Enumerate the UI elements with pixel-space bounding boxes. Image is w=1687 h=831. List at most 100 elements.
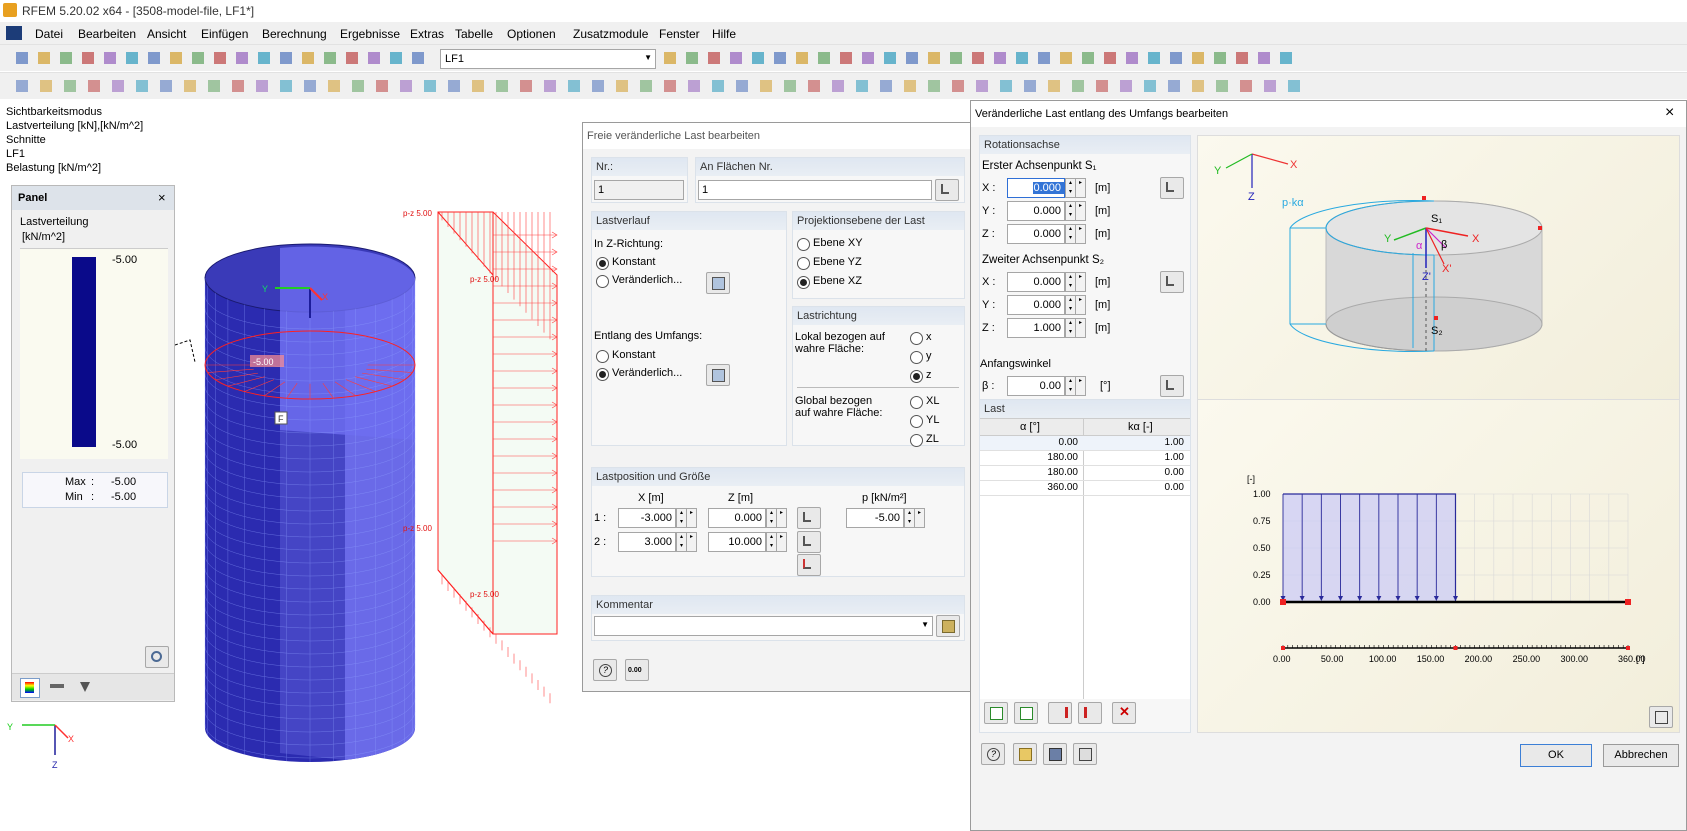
toolbar-button[interactable] [1034, 48, 1054, 68]
toolbar-button[interactable] [516, 76, 536, 96]
tab-colors[interactable] [20, 678, 40, 698]
k-cell[interactable]: 0.00 [1165, 482, 1184, 493]
toolbar-button[interactable] [1020, 76, 1040, 96]
toolbar-button[interactable] [924, 48, 944, 68]
toolbar-button[interactable] [1100, 48, 1120, 68]
toolbar-button[interactable] [420, 76, 440, 96]
cancel-button[interactable]: Abbrechen [1603, 744, 1679, 767]
toolbar-button[interactable] [880, 48, 900, 68]
lokal-x-radio[interactable] [910, 332, 923, 345]
toolbar-button[interactable] [726, 48, 746, 68]
toolbar-button[interactable] [876, 76, 896, 96]
toolbar-button[interactable] [1166, 48, 1186, 68]
toolbar-button[interactable] [180, 76, 200, 96]
toolbar-button[interactable] [684, 76, 704, 96]
toolbar-button[interactable] [1164, 76, 1184, 96]
toolbar-button[interactable] [396, 76, 416, 96]
ok-button[interactable]: OK [1520, 744, 1592, 767]
s2-arrow-2[interactable]: ▸ [1075, 318, 1086, 338]
row2-z-field[interactable]: 10.000 [708, 532, 766, 552]
toolbar-button[interactable] [996, 76, 1016, 96]
row2-x-field[interactable]: 3.000 [618, 532, 676, 552]
toolbar-button[interactable] [132, 76, 152, 96]
global-yl-radio[interactable] [910, 415, 923, 428]
toolbar-button[interactable] [108, 76, 128, 96]
s1-field-0[interactable]: 0.000 [1007, 178, 1065, 198]
toolbar-button[interactable] [166, 48, 186, 68]
calculator-button[interactable]: 0.00 [625, 659, 649, 681]
toolbar-button[interactable] [252, 76, 272, 96]
alpha-cell[interactable]: 0.00 [1059, 437, 1078, 448]
toolbar-button[interactable] [636, 76, 656, 96]
toolbar-button[interactable] [342, 48, 362, 68]
table-row[interactable]: 180.00 0.00 [980, 466, 1190, 481]
edit-z-distribution-button[interactable] [706, 272, 730, 294]
toolbar-button[interactable] [210, 48, 230, 68]
menu-ansicht[interactable]: Ansicht [147, 27, 186, 41]
table-row[interactable]: 0.00 1.00 [980, 436, 1190, 451]
toolbar-button[interactable] [1284, 76, 1304, 96]
toolbar-button[interactable] [276, 76, 296, 96]
toolbar-button[interactable] [228, 76, 248, 96]
s1-arrow-0[interactable]: ▸ [1075, 178, 1086, 198]
help-icon[interactable]: ? [593, 659, 617, 681]
toolbar-button[interactable] [858, 48, 878, 68]
lokal-y-radio[interactable] [910, 351, 923, 364]
menu-extras[interactable]: Extras [410, 27, 444, 41]
menu-berechnung[interactable]: Berechnung [262, 27, 327, 41]
toolbar-button[interactable] [968, 48, 988, 68]
toolbar-button[interactable] [372, 76, 392, 96]
s1-pick-button[interactable] [1160, 177, 1184, 199]
umfang-veraenderlich-radio[interactable] [596, 368, 609, 381]
menu-ergebnisse[interactable]: Ergebnisse [340, 27, 400, 41]
toolbar-button[interactable] [12, 48, 32, 68]
toolbar-button[interactable] [748, 48, 768, 68]
table-row[interactable]: 180.00 1.00 [980, 451, 1190, 466]
lokal-z-radio[interactable] [910, 370, 923, 383]
alpha-cell[interactable]: 360.00 [1047, 482, 1078, 493]
menu-tabelle[interactable]: Tabelle [455, 27, 493, 41]
pick-angle-button[interactable] [1160, 375, 1184, 397]
toolbar-button[interactable] [468, 76, 488, 96]
close-icon[interactable]: × [1665, 104, 1674, 122]
toolbar-button[interactable] [444, 76, 464, 96]
toolbar-button[interactable] [254, 48, 274, 68]
toolbar-button[interactable] [1068, 76, 1088, 96]
s2-arrow-1[interactable]: ▸ [1075, 295, 1086, 315]
alpha-cell[interactable]: 180.00 [1047, 467, 1078, 478]
toolbar-button[interactable] [1078, 48, 1098, 68]
k-cell[interactable]: 0.00 [1165, 467, 1184, 478]
edit-umfang-distribution-button[interactable] [706, 364, 730, 386]
toolbar-button[interactable] [804, 76, 824, 96]
s1-field-2[interactable]: 0.000 [1007, 224, 1065, 244]
toolbar-button[interactable] [1188, 76, 1208, 96]
toolbar-button[interactable] [1254, 48, 1274, 68]
global-zl-radio[interactable] [910, 434, 923, 447]
loadcase-select[interactable]: LF1 ▼ [440, 49, 656, 69]
s2-pick-button[interactable] [1160, 271, 1184, 293]
beta-field[interactable]: 0.00 [1007, 376, 1065, 396]
z-konstant-radio[interactable] [596, 257, 609, 270]
toolbar-button[interactable] [660, 76, 680, 96]
pick-point2-button[interactable] [797, 531, 821, 553]
toolbar-button[interactable] [836, 48, 856, 68]
ebene-xz-radio[interactable] [797, 276, 810, 289]
toolbar-button[interactable] [612, 76, 632, 96]
toolbar-button[interactable] [56, 48, 76, 68]
table-row[interactable]: 360.00 0.00 [980, 481, 1190, 496]
toolbar-button[interactable] [1140, 76, 1160, 96]
k-cell[interactable]: 1.00 [1165, 437, 1184, 448]
toolbar-button[interactable] [78, 48, 98, 68]
toolbar-button[interactable] [492, 76, 512, 96]
row2-z-arrow[interactable]: ▸ [776, 532, 787, 552]
toolbar-button[interactable] [122, 48, 142, 68]
toolbar-button[interactable] [204, 76, 224, 96]
toolbar-button[interactable] [232, 48, 252, 68]
toolbar-button[interactable] [364, 48, 384, 68]
toolbar-button[interactable] [276, 48, 296, 68]
toolbar-button[interactable] [682, 48, 702, 68]
kommentar-select[interactable]: ▼ [594, 616, 933, 636]
menu-hilfe[interactable]: Hilfe [712, 27, 736, 41]
toolbar-button[interactable] [924, 76, 944, 96]
s2-arrow-0[interactable]: ▸ [1075, 272, 1086, 292]
